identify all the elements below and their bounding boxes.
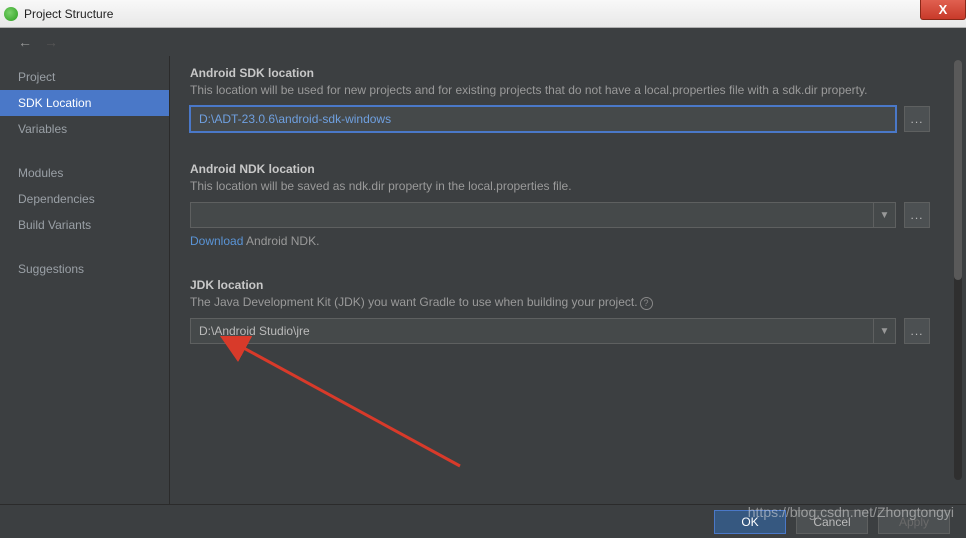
ndk-input-row: ▼ ... <box>190 202 930 228</box>
sidebar-item-label: Modules <box>18 166 63 180</box>
scrollbar-thumb[interactable] <box>954 60 962 280</box>
jdk-desc-text: The Java Development Kit (JDK) you want … <box>190 295 638 309</box>
download-ndk-link[interactable]: Download <box>190 234 243 248</box>
download-rest: Android NDK. <box>243 234 319 248</box>
jdk-location-dropdown[interactable]: D:\Android Studio\jre ▼ <box>190 318 896 344</box>
sdk-browse-button[interactable]: ... <box>904 106 930 132</box>
section-ndk: Android NDK location This location will … <box>190 162 930 248</box>
chevron-down-icon: ▼ <box>873 319 895 343</box>
sdk-title: Android SDK location <box>190 66 930 80</box>
sidebar: Project SDK Location Variables Modules D… <box>0 56 170 504</box>
ndk-download-line: Download Android NDK. <box>190 234 930 248</box>
sdk-location-input[interactable] <box>190 106 896 132</box>
sidebar-separator <box>0 238 169 256</box>
app-icon <box>4 7 18 21</box>
jdk-desc: The Java Development Kit (JDK) you want … <box>190 294 930 310</box>
sidebar-item-sdk-location[interactable]: SDK Location <box>0 90 169 116</box>
sidebar-item-label: Dependencies <box>18 192 95 206</box>
window-title: Project Structure <box>24 7 113 21</box>
sidebar-item-variables[interactable]: Variables <box>0 116 169 142</box>
close-button[interactable]: X <box>920 0 966 20</box>
ndk-desc: This location will be saved as ndk.dir p… <box>190 178 930 194</box>
ndk-browse-button[interactable]: ... <box>904 202 930 228</box>
sdk-input-row: ... <box>190 106 930 132</box>
ellipsis-icon: ... <box>910 208 923 222</box>
nav-toolbar: ← → <box>0 28 966 56</box>
sidebar-item-label: SDK Location <box>18 96 91 110</box>
close-icon: X <box>939 2 948 17</box>
sidebar-separator <box>0 142 169 160</box>
jdk-browse-button[interactable]: ... <box>904 318 930 344</box>
chevron-down-icon: ▼ <box>873 203 895 227</box>
footer: OK Cancel Apply <box>0 504 966 538</box>
sdk-desc: This location will be used for new proje… <box>190 82 930 98</box>
ndk-location-dropdown[interactable]: ▼ <box>190 202 896 228</box>
section-jdk: JDK location The Java Development Kit (J… <box>190 278 930 344</box>
ndk-title: Android NDK location <box>190 162 930 176</box>
ellipsis-icon: ... <box>910 112 923 126</box>
section-sdk: Android SDK location This location will … <box>190 66 930 132</box>
sidebar-item-label: Build Variants <box>18 218 91 232</box>
sidebar-item-dependencies[interactable]: Dependencies <box>0 186 169 212</box>
sidebar-item-modules[interactable]: Modules <box>0 160 169 186</box>
ok-button[interactable]: OK <box>714 510 786 534</box>
titlebar: Project Structure X <box>0 0 966 28</box>
ellipsis-icon: ... <box>910 324 923 338</box>
jdk-input-row: D:\Android Studio\jre ▼ ... <box>190 318 930 344</box>
jdk-title: JDK location <box>190 278 930 292</box>
apply-button: Apply <box>878 510 950 534</box>
cancel-label: Cancel <box>813 515 850 529</box>
help-icon[interactable]: ? <box>640 297 653 310</box>
sidebar-item-build-variants[interactable]: Build Variants <box>0 212 169 238</box>
sidebar-item-label: Project <box>18 70 55 84</box>
jdk-value: D:\Android Studio\jre <box>199 324 310 338</box>
sidebar-item-suggestions[interactable]: Suggestions <box>0 256 169 282</box>
body-area: Project SDK Location Variables Modules D… <box>0 56 966 504</box>
apply-label: Apply <box>899 515 929 529</box>
scrollbar[interactable] <box>954 60 962 480</box>
cancel-button[interactable]: Cancel <box>796 510 868 534</box>
ok-label: OK <box>741 515 758 529</box>
annotation-arrow <box>220 336 480 476</box>
back-arrow-icon[interactable]: ← <box>18 34 32 50</box>
sidebar-item-label: Variables <box>18 122 67 136</box>
sidebar-item-label: Suggestions <box>18 262 84 276</box>
sidebar-item-project[interactable]: Project <box>0 64 169 90</box>
forward-arrow-icon: → <box>44 34 58 50</box>
main-panel: Android SDK location This location will … <box>170 56 966 504</box>
